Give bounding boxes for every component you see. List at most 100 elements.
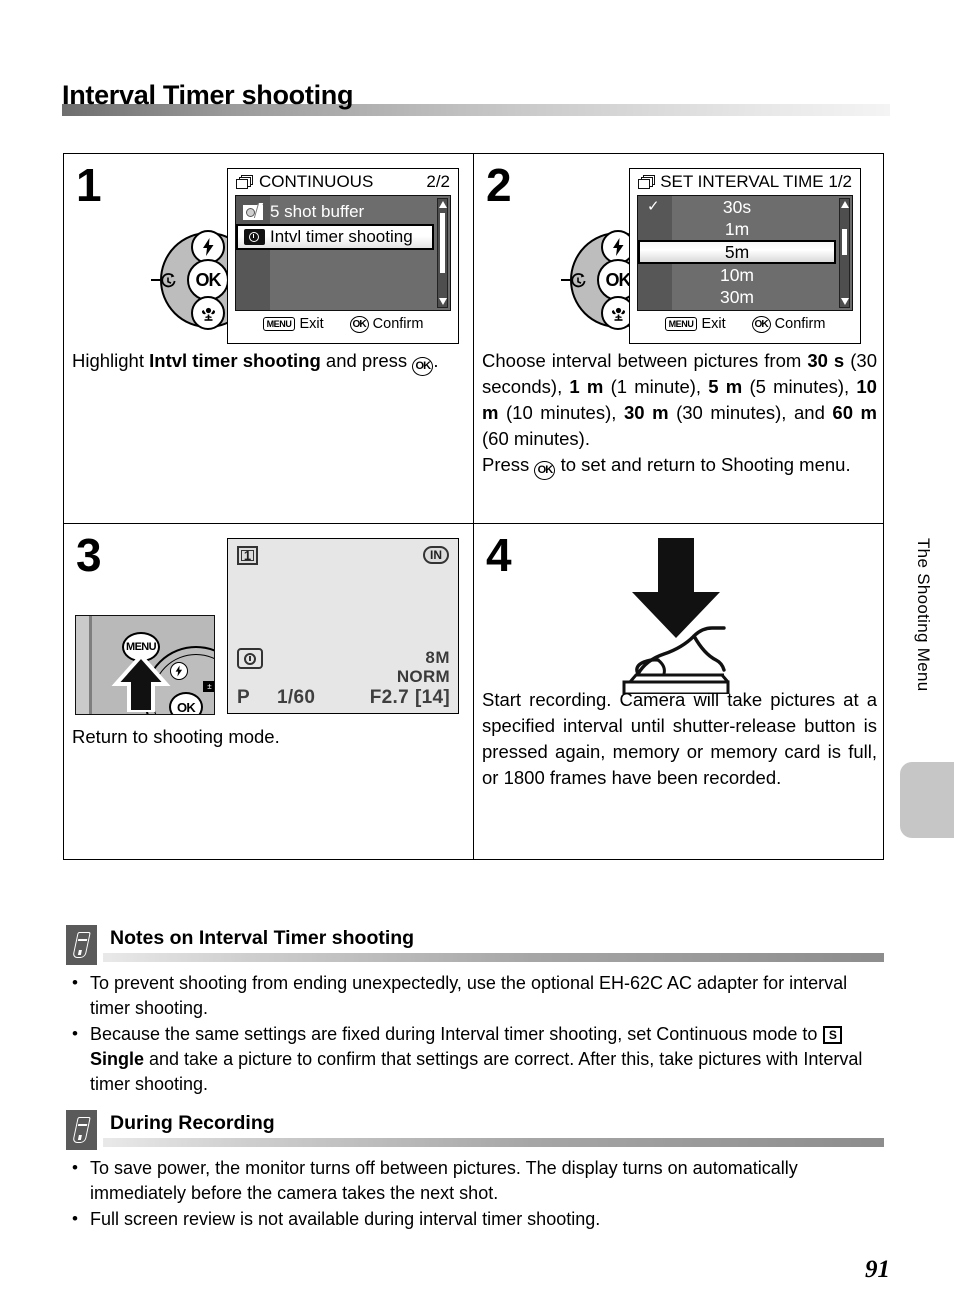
note-item: Full screen review is not available duri… (66, 1206, 884, 1232)
scroll-down-icon[interactable] (438, 298, 447, 305)
notes-block-during-recording: During Recording To save power, the moni… (66, 1110, 884, 1233)
step-2-screen: SET INTERVAL TIME 1/2 ✓ 30s 1m 5m 10m 30… (629, 168, 861, 344)
interval-option-10m[interactable]: 10m (638, 264, 852, 286)
note-title: Notes on Interval Timer shooting (110, 927, 415, 949)
caption-bold: Intvl timer shooting (149, 350, 321, 371)
footer-exit[interactable]: MENU Exit (664, 316, 726, 332)
page-title: Interval Timer shooting (62, 80, 354, 110)
flash-glyph (202, 238, 213, 256)
camera-back-illustration: OK ± MENU (75, 615, 215, 715)
ok-inline-icon: OK (412, 357, 434, 376)
camera-body-left (76, 616, 89, 714)
caption-text: Choose interval between pictures from 30… (482, 350, 878, 449)
interval-option-label: 30s (722, 197, 752, 217)
self-timer-glyph (570, 272, 585, 287)
step-2-caption-line2: Press OK to set and return to Shooting m… (482, 452, 877, 480)
interval-option-1m[interactable]: 1m (638, 218, 852, 240)
self-timer-glyph (160, 272, 175, 287)
footer-exit-label: Exit (701, 316, 726, 332)
ok-inline-icon: OK (534, 461, 556, 480)
footer-exit-label: Exit (299, 316, 324, 332)
caption-prefix: Press (482, 454, 535, 475)
step-1-number: 1 (76, 159, 102, 211)
caption-suffix: to set and return to Shooting menu. (555, 454, 851, 475)
press-menu-arrow-icon (111, 654, 171, 712)
footer-confirm-label: Confirm (774, 316, 826, 332)
screen-title: SET INTERVAL TIME 1/2 (660, 172, 852, 191)
step-2-caption: Choose interval between pictures from 30… (482, 348, 877, 452)
interval-option-label: 30m (719, 287, 755, 307)
ok-button[interactable]: OK (169, 692, 203, 714)
page-number: 91 (865, 1256, 890, 1283)
frames-remaining-indicator: [14] (414, 687, 450, 708)
interval-timer-icon (237, 648, 263, 669)
step-2-cell: 2 OK SET INTERVAL TIME 1/2 ✓ 30s 1m 5m 1… (474, 154, 883, 524)
screen-title-bar: SET INTERVAL TIME 1/2 (630, 169, 860, 195)
note-header: During Recording (66, 1110, 884, 1150)
ok-button[interactable]: OK (187, 259, 229, 301)
caption-suffix: and press (320, 350, 413, 371)
macro-icon[interactable] (191, 296, 225, 330)
self-timer-icon[interactable] (567, 270, 588, 291)
menu-item-intvl-timer-shooting[interactable]: Intvl timer shooting (236, 224, 434, 250)
screen-list-body: ✓ 30s 1m 5m 10m 30m (637, 195, 853, 311)
burst-camera-icon (236, 204, 270, 220)
page-header: Interval Timer shooting (62, 78, 890, 116)
folder-number-indicator: 1 (237, 546, 258, 565)
timer-camera-icon (238, 229, 270, 245)
note-item-text-bold: Single (90, 1049, 145, 1069)
note-item: Because the same settings are fixed duri… (66, 1021, 884, 1097)
aperture-indicator: F2.7 (369, 687, 409, 708)
step-3-number: 3 (76, 529, 102, 581)
section-tab-block (900, 762, 954, 838)
note-rule (103, 953, 884, 962)
caption-end: . (433, 350, 439, 371)
flash-glyph (175, 665, 183, 677)
image-size-indicator: 8M (425, 648, 450, 668)
selected-check-icon: ✓ (647, 198, 660, 215)
exposure-compensation-icon[interactable]: ± (203, 681, 214, 692)
interval-option-30m[interactable]: 30m (638, 286, 852, 308)
note-header: Notes on Interval Timer shooting (66, 925, 884, 965)
note-item-text-part: Because the same settings are fixed duri… (90, 1024, 823, 1044)
section-tab-label: The Shooting Menu (914, 538, 933, 692)
note-title: During Recording (110, 1112, 275, 1134)
menu-button-icon: MENU (262, 317, 296, 331)
footer-confirm[interactable]: OK Confirm (349, 315, 424, 333)
menu-item-5-shot-buffer[interactable]: 5 shot buffer (236, 200, 450, 224)
macro-glyph (201, 307, 215, 321)
continuous-mode-icon (236, 175, 254, 189)
self-timer-icon[interactable] (157, 270, 178, 291)
step-4-cell: 4 Start recording. Camera will take pict… (474, 524, 883, 860)
note-item: To prevent shooting from ending unexpect… (66, 970, 884, 1021)
screen-footer: MENU Exit OK Confirm (630, 311, 860, 337)
step-2-number: 2 (486, 159, 512, 211)
step-3-cell: 3 OK ± MENU 1 IN 8M NORM P 1/60 F2.7 [14… (64, 524, 474, 860)
note-rule (103, 1138, 884, 1147)
step-1-cell: 1 OK CONTINUOUS 2/2 5 shot buffer Intvl … (64, 154, 474, 524)
note-item-text: To prevent shooting from ending unexpect… (90, 973, 848, 1018)
ok-button-label: OK (195, 269, 222, 290)
footer-exit[interactable]: MENU Exit (262, 316, 324, 332)
flash-icon[interactable] (170, 662, 188, 680)
camera-seam (89, 616, 92, 714)
menu-button-icon: MENU (664, 317, 698, 331)
interval-option-5m[interactable]: 5m (638, 240, 836, 264)
interval-option-30s[interactable]: ✓ 30s (638, 196, 852, 218)
screen-page-indicator: 2/2 (426, 172, 450, 191)
footer-confirm[interactable]: OK Confirm (751, 315, 826, 333)
step-3-caption: Return to shooting mode. (72, 726, 280, 747)
flash-glyph (612, 238, 623, 256)
note-pencil-icon (66, 1110, 97, 1150)
screen-menu-body: 5 shot buffer Intvl timer shooting (235, 195, 451, 311)
interval-option-label: 10m (719, 265, 755, 285)
shutter-speed-indicator: 1/60 (277, 687, 316, 708)
footer-confirm-label: Confirm (372, 316, 424, 332)
continuous-mode-icon (638, 175, 655, 189)
ok-button-label: OK (605, 269, 632, 290)
interval-options-list: ✓ 30s 1m 5m 10m 30m (638, 196, 852, 310)
note-items: To prevent shooting from ending unexpect… (66, 970, 884, 1097)
step-4-number: 4 (486, 529, 512, 581)
menu-item-label: Intvl timer shooting (270, 227, 413, 246)
ok-button-icon: OK (349, 315, 369, 333)
